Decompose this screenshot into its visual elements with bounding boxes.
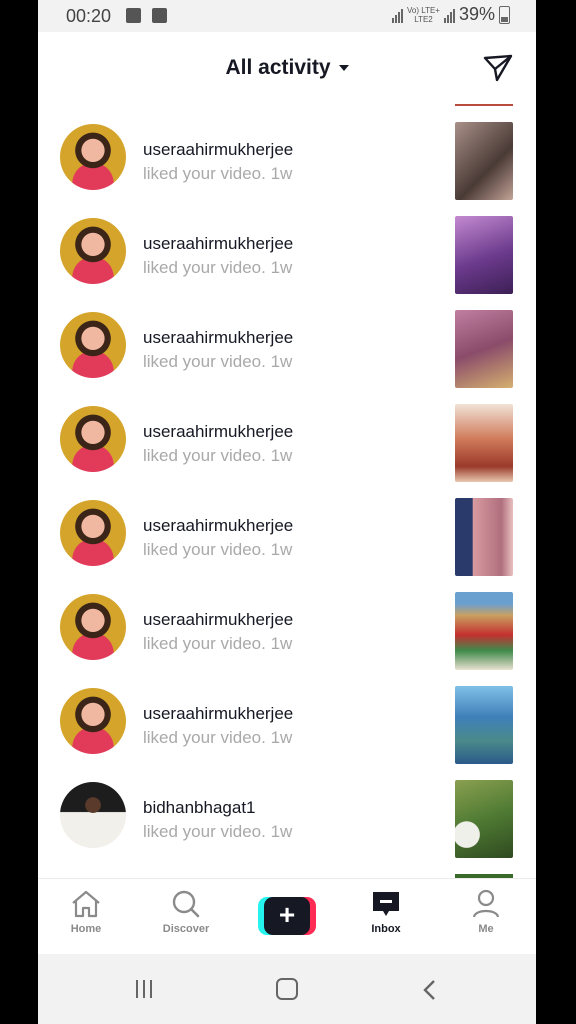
nav-inbox-label: Inbox	[371, 923, 401, 935]
activity-row[interactable]: useraahirmukherjee liked your video. 1w	[38, 668, 536, 764]
activity-row[interactable]: useraahirmukherjee liked your video. 1w	[38, 480, 536, 576]
activity-action: liked your video.	[143, 634, 266, 653]
battery-percent: 39%	[458, 4, 495, 24]
activity-text: liked your video. 1w	[143, 446, 292, 466]
avatar[interactable]	[60, 312, 126, 378]
username[interactable]: useraahirmukherjee	[143, 234, 293, 254]
gallery-notification-icon	[126, 8, 141, 23]
inbox-header: All activity	[38, 32, 536, 104]
activity-row[interactable]: useraahirmukherjee liked your video. 1w	[38, 574, 536, 670]
activity-time: 1w	[270, 634, 293, 653]
recent-apps-button[interactable]	[136, 980, 152, 998]
activity-action: liked your video.	[143, 728, 266, 747]
activity-filter-dropdown[interactable]: All activity	[38, 56, 536, 80]
network-label: Vo) LTE+	[406, 5, 440, 15]
activity-row[interactable]: useraahirmukherjee liked your video. 1w	[38, 386, 536, 482]
activity-row[interactable]: useraahirmukherjee liked your video. 1w	[38, 198, 536, 294]
send-icon[interactable]	[482, 52, 514, 84]
plus-icon: +	[264, 897, 310, 935]
nav-discover-label: Discover	[162, 923, 210, 935]
username[interactable]: useraahirmukherjee	[143, 516, 293, 536]
nav-me[interactable]: Me	[446, 889, 526, 935]
nav-home[interactable]: Home	[46, 889, 126, 935]
avatar[interactable]	[60, 218, 126, 284]
activity-time: 1w	[270, 822, 293, 841]
activity-text: liked your video. 1w	[143, 258, 292, 278]
activity-time: 1w	[270, 258, 293, 277]
home-button[interactable]	[276, 978, 298, 1000]
activity-text: liked your video. 1w	[143, 164, 292, 184]
activity-action: liked your video.	[143, 540, 266, 559]
activity-action: liked your video.	[143, 446, 266, 465]
activity-text: liked your video. 1w	[143, 352, 292, 372]
video-thumbnail[interactable]	[455, 592, 513, 670]
discover-icon	[172, 890, 200, 918]
video-thumbnail[interactable]	[455, 780, 513, 858]
bottom-nav: Home Discover + Inbox Me	[38, 878, 536, 955]
username[interactable]: bidhanbhagat1	[143, 798, 256, 818]
activity-action: liked your video.	[143, 352, 266, 371]
me-icon	[472, 889, 500, 918]
check-notification-icon	[152, 8, 167, 23]
username[interactable]: useraahirmukherjee	[143, 422, 293, 442]
battery-icon	[499, 5, 510, 24]
activity-time: 1w	[270, 540, 293, 559]
avatar[interactable]	[60, 500, 126, 566]
network-label-2: LTE2	[414, 14, 433, 24]
phone-screen: 00:20 Vo) LTE+ LTE2 39% All activity use…	[38, 0, 536, 1024]
back-button[interactable]	[420, 978, 440, 1002]
signal-icon	[391, 7, 403, 23]
status-time: 00:20	[66, 6, 112, 26]
username[interactable]: useraahirmukherjee	[143, 704, 293, 724]
activity-time: 1w	[270, 164, 293, 183]
activity-time: 1w	[270, 352, 293, 371]
system-nav-bar	[38, 954, 536, 1024]
video-thumbnail[interactable]	[455, 404, 513, 482]
activity-text: liked your video. 1w	[143, 822, 292, 842]
activity-row[interactable]: useraahirmukherjee liked your video. 1w	[38, 104, 536, 200]
username[interactable]: useraahirmukherjee	[143, 328, 293, 348]
video-thumbnail[interactable]	[455, 122, 513, 200]
nav-discover[interactable]: Discover	[146, 889, 226, 935]
username[interactable]: useraahirmukherjee	[143, 610, 293, 630]
nav-me-label: Me	[478, 923, 494, 935]
username[interactable]: useraahirmukherjee	[143, 140, 293, 160]
video-thumbnail[interactable]	[455, 498, 513, 576]
activity-action: liked your video.	[143, 822, 266, 841]
video-thumbnail[interactable]	[455, 310, 513, 388]
home-icon	[72, 890, 100, 918]
avatar[interactable]	[60, 594, 126, 660]
activity-text: liked your video. 1w	[143, 634, 292, 654]
avatar[interactable]	[60, 782, 126, 848]
video-thumbnail[interactable]	[455, 686, 513, 764]
network-indicator: Vo) LTE+ LTE2	[407, 6, 440, 24]
activity-text: liked your video. 1w	[143, 540, 292, 560]
activity-row[interactable]: bidhanbhagat1 liked your video. 1w	[38, 762, 536, 858]
activity-row[interactable]: useraahirmukherjee liked your video. 1w	[38, 292, 536, 388]
page-title: All activity	[225, 56, 331, 79]
activity-time: 1w	[270, 446, 293, 465]
avatar[interactable]	[60, 688, 126, 754]
avatar[interactable]	[60, 124, 126, 190]
caret-down-icon	[338, 65, 349, 72]
signal-2-icon	[443, 7, 455, 23]
activity-text: liked your video. 1w	[143, 728, 292, 748]
nav-home-label: Home	[70, 923, 102, 935]
create-button[interactable]: +	[258, 897, 316, 935]
activity-time: 1w	[270, 728, 293, 747]
activity-action: liked your video.	[143, 164, 266, 183]
inbox-icon	[373, 892, 399, 916]
video-thumbnail[interactable]	[455, 216, 513, 294]
status-bar: 00:20 Vo) LTE+ LTE2 39%	[38, 0, 536, 32]
status-right: Vo) LTE+ LTE2 39%	[391, 4, 510, 25]
nav-inbox[interactable]: Inbox	[346, 889, 426, 935]
activity-list[interactable]: useraahirmukherjee liked your video. 1w …	[38, 104, 536, 878]
activity-action: liked your video.	[143, 258, 266, 277]
avatar[interactable]	[60, 406, 126, 472]
